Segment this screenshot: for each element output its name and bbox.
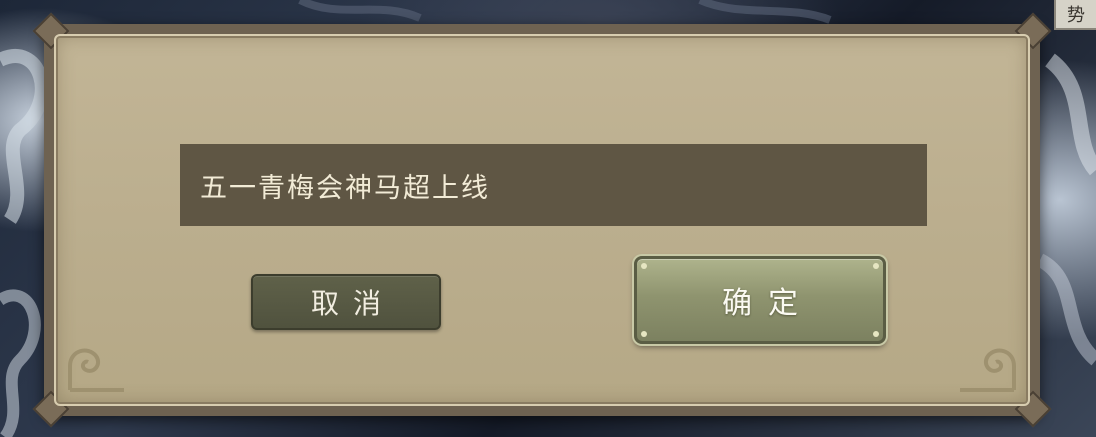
dialog-message: 五一青梅会神马超上线 <box>200 172 490 204</box>
cloud-scroll-ornament-icon <box>68 348 124 392</box>
button-stud-icon <box>873 331 879 337</box>
confirm-button-label: 确定 <box>722 286 814 321</box>
cloud-scroll-ornament-icon <box>960 348 1016 392</box>
corner-sign: 势 <box>1054 0 1096 30</box>
cancel-button[interactable]: 取消 <box>251 274 441 330</box>
confirm-button[interactable]: 确定 <box>634 256 886 344</box>
message-box: 五一青梅会神马超上线 <box>180 144 927 226</box>
cancel-button-label: 取消 <box>310 287 395 320</box>
game-scene: 势 五一青梅会神马超上线 取消 确定 <box>0 0 1096 437</box>
confirm-dialog: 五一青梅会神马超上线 取消 确定 <box>32 12 1052 428</box>
button-stud-icon <box>641 263 647 269</box>
corner-sign-glyph: 势 <box>1067 5 1085 26</box>
dialog-panel: 五一青梅会神马超上线 取消 确定 <box>54 34 1030 406</box>
button-stud-icon <box>641 331 647 337</box>
button-stud-icon <box>873 263 879 269</box>
